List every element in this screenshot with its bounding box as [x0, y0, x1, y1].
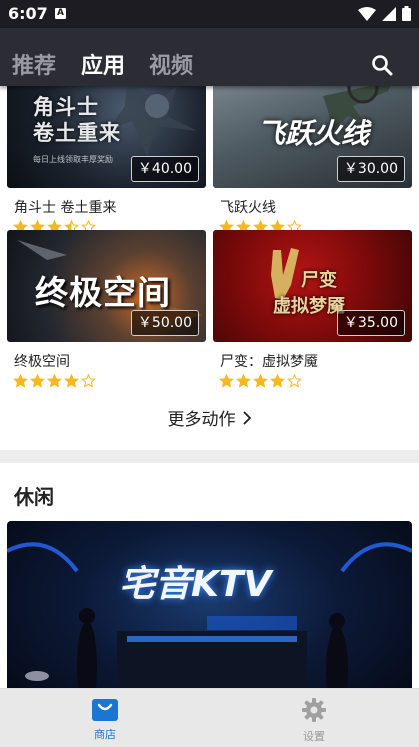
- star-full-icon: [30, 374, 45, 388]
- star-full-icon: [47, 374, 62, 388]
- search-icon[interactable]: [371, 54, 393, 76]
- status-bar: 6:07 A: [0, 0, 419, 28]
- bottom-nav-settings[interactable]: 设置: [284, 697, 344, 744]
- banner-title: 宅音KTV: [119, 564, 272, 605]
- game-name: 飞跃火线: [220, 200, 276, 216]
- featured-banner[interactable]: 宅音KTV: [7, 521, 412, 688]
- store-bag-icon: [92, 699, 118, 721]
- game-thumbnail[interactable]: 角斗士 卷土重来 每日上线领取丰厚奖励 ￥40.00: [7, 86, 206, 188]
- star-full-icon: [64, 374, 79, 388]
- price-tag: ￥50.00: [130, 310, 199, 336]
- status-time: 6:07: [8, 4, 48, 23]
- game-thumbnail[interactable]: 尸变 虚拟梦魇 ￥35.00: [213, 230, 412, 342]
- game-thumbnail[interactable]: 终极空间 ￥50.00: [7, 230, 206, 342]
- price-tag: ￥40.00: [130, 156, 199, 182]
- game-art-title: 飞跃火线: [257, 117, 370, 150]
- price-tag: ￥35.00: [336, 310, 405, 336]
- star-full-icon: [236, 374, 251, 388]
- content-area[interactable]: 角斗士 卷土重来 每日上线领取丰厚奖励 ￥40.00 角斗士 卷土重来 飞跃火线 …: [0, 86, 419, 688]
- tab-recommend[interactable]: 推荐: [12, 48, 56, 80]
- bottom-nav-store-label: 商店: [94, 728, 116, 741]
- game-art-subtitle: 每日上线领取丰厚奖励: [33, 155, 113, 164]
- star-rating: [219, 374, 412, 388]
- game-thumbnail[interactable]: 飞跃火线 ￥30.00: [213, 86, 412, 188]
- price-tag: ￥30.00: [336, 156, 405, 182]
- top-nav: 推荐 应用 视频: [0, 28, 419, 86]
- star-full-icon: [253, 374, 268, 388]
- bottom-nav-store[interactable]: 商店: [75, 697, 135, 742]
- star-empty-icon: [81, 374, 96, 388]
- game-name: 尸变：虚拟梦魇: [220, 354, 318, 370]
- notification-a-icon: A: [55, 8, 66, 19]
- game-card[interactable]: 飞跃火线 ￥30.00 飞跃火线: [213, 86, 412, 234]
- section-title: 休闲: [14, 485, 54, 509]
- casual-section: 休闲 宅音KTV: [0, 463, 419, 688]
- game-name: 终极空间: [14, 354, 70, 370]
- star-rating: [13, 374, 206, 388]
- bottom-nav: 商店 设置: [0, 688, 419, 747]
- game-art-title: 终极空间: [35, 273, 171, 312]
- game-name: 角斗士 卷土重来: [14, 200, 117, 216]
- star-empty-icon: [287, 374, 302, 388]
- star-full-icon: [270, 374, 285, 388]
- more-action-button[interactable]: 更多动作: [0, 405, 419, 430]
- bottom-nav-settings-label: 设置: [303, 730, 325, 743]
- game-card[interactable]: 终极空间 ￥50.00 终极空间: [7, 230, 206, 388]
- tab-apps[interactable]: 应用: [81, 48, 125, 80]
- game-card[interactable]: 尸变 虚拟梦魇 ￥35.00 尸变：虚拟梦魇: [213, 230, 412, 388]
- game-art-title: 角斗士 卷土重来: [33, 95, 121, 145]
- chevron-right-icon: [242, 410, 251, 425]
- action-section: 角斗士 卷土重来 每日上线领取丰厚奖励 ￥40.00 角斗士 卷土重来 飞跃火线 …: [0, 86, 419, 450]
- gear-icon: [302, 698, 326, 722]
- battery-icon: [402, 6, 411, 21]
- signal-icon: [382, 6, 396, 21]
- star-full-icon: [219, 374, 234, 388]
- game-card[interactable]: 角斗士 卷土重来 每日上线领取丰厚奖励 ￥40.00 角斗士 卷土重来: [7, 86, 206, 234]
- more-action-label: 更多动作: [167, 410, 236, 430]
- wifi-icon: [358, 6, 376, 21]
- tab-video[interactable]: 视频: [149, 48, 193, 80]
- star-full-icon: [13, 374, 28, 388]
- status-icons: [358, 6, 411, 21]
